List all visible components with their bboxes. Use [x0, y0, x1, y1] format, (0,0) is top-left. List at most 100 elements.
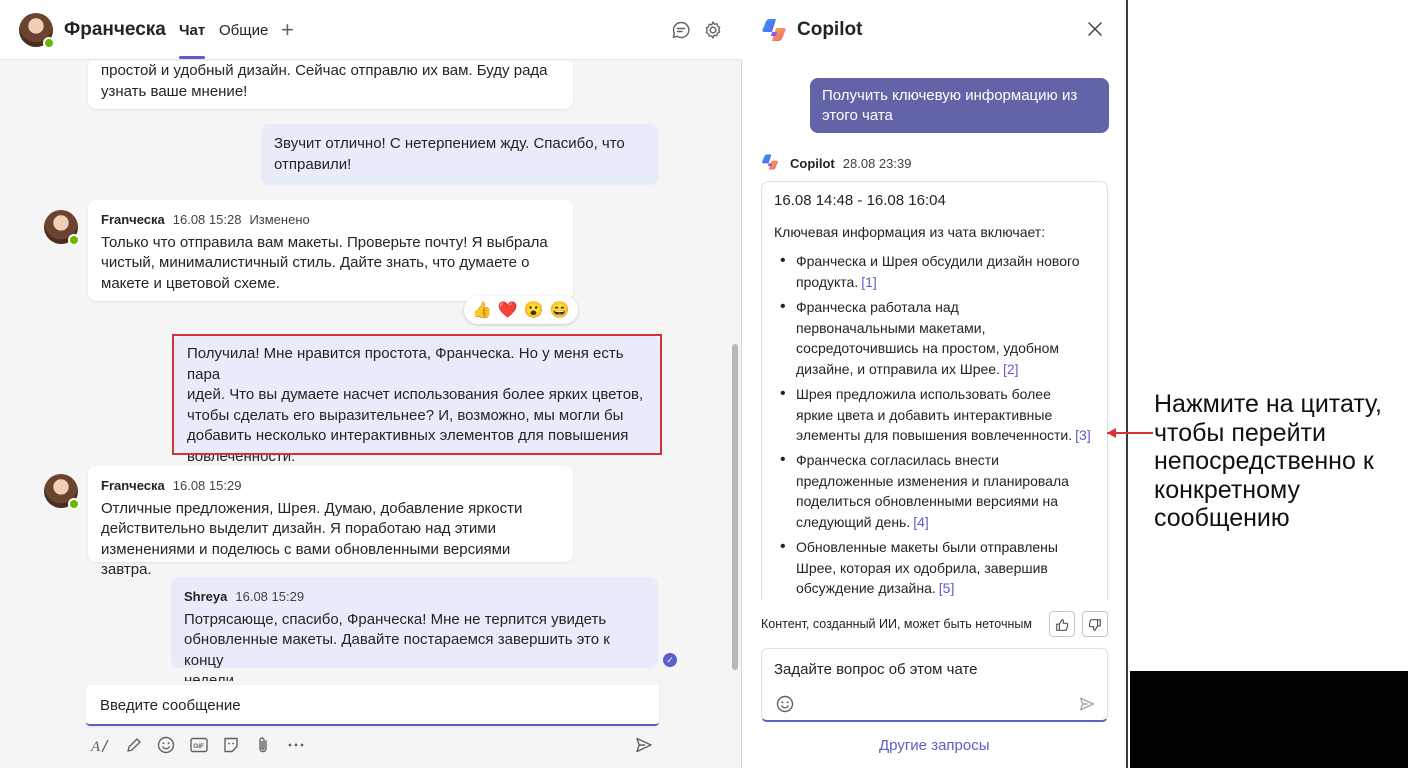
- bullet-line: предложенные изменения и планировала: [796, 472, 1069, 489]
- laugh-reaction[interactable]: 😄: [550, 300, 570, 320]
- bullet-line: первоначальными макетами,: [796, 319, 986, 336]
- message-incoming[interactable]: Franческа 16.08 15:28 Изменено Только что …: [88, 200, 573, 301]
- copilot-title: Copilot: [797, 19, 863, 40]
- gif-icon[interactable]: GIF: [189, 735, 209, 755]
- user-prompt-bubble: Получить ключевую информацию из этого ча…: [810, 78, 1109, 133]
- sender-avatar[interactable]: [44, 474, 80, 510]
- contact-name[interactable]: Франческа: [64, 19, 166, 41]
- copilot-logo-icon: [761, 154, 779, 170]
- message-composer[interactable]: Введите сообщение: [86, 685, 659, 726]
- send-icon[interactable]: [634, 735, 654, 755]
- bullet-line: яркие цвета и добавить интерактивные: [796, 406, 1053, 423]
- tab-general[interactable]: Общие: [219, 22, 268, 39]
- sender-name: Shreya: [184, 589, 228, 604]
- message-outgoing[interactable]: Shreya 16.08 15:29 Потрясающе, спасибо, Ф…: [171, 577, 658, 681]
- message-incoming[interactable]: Franческа 16.08 15:29 Отличные предложени…: [88, 466, 573, 578]
- sender-name: Franческа: [101, 212, 165, 227]
- message-line: Потрясающе, спасибо, Франческа! Мне не т…: [184, 610, 607, 628]
- response-meta: Copilot 28.08 23:39: [790, 156, 911, 171]
- more-prompts-link[interactable]: Другие запросы: [879, 737, 990, 754]
- message-list[interactable]: простой и удобный дизайн. Сейчас отправл…: [0, 61, 742, 681]
- bullet-line: Франческа и Шрея обсудили дизайн нового: [796, 253, 1080, 269]
- close-icon[interactable]: [1086, 20, 1104, 38]
- bullet-line: элементы для повышения вовлеченности.: [796, 427, 1073, 443]
- citation-highlight-frame: [172, 334, 662, 455]
- citation-link-3[interactable]: [3]: [1075, 427, 1091, 443]
- composer-placeholder: Введите сообщение: [100, 697, 241, 714]
- presence-available-icon: [68, 498, 80, 510]
- callout-line: чтобы перейти: [1154, 418, 1326, 447]
- answer-bullet: Франческа и Шрея обсудили дизайн нового …: [774, 251, 1104, 292]
- chat-bubble-icon[interactable]: [671, 20, 691, 40]
- bullet-line: следующий день.: [796, 513, 911, 530]
- citation-link-2[interactable]: [2]: [1003, 361, 1019, 377]
- response-author: Copilot: [790, 156, 835, 171]
- copilot-answer-card: 16.08 14:48 - 16.08 16:04 Ключевая инфор…: [761, 181, 1108, 600]
- tab-chat[interactable]: Чат: [179, 22, 206, 59]
- heart-reaction[interactable]: ❤️: [498, 300, 518, 320]
- edited-label: Изменено: [249, 212, 310, 227]
- sticker-icon[interactable]: [221, 735, 241, 755]
- contact-avatar[interactable]: [19, 13, 55, 49]
- citation-link-5[interactable]: [5]: [939, 580, 955, 596]
- read-receipt-icon: ✓: [663, 653, 677, 667]
- copilot-pane: Copilot Получить ключевую информацию из …: [743, 0, 1128, 768]
- more-icon[interactable]: [286, 735, 306, 755]
- answer-bullet: Франческа работала над первоначальными м…: [774, 297, 1104, 379]
- bullet-line: продукта.: [796, 273, 859, 290]
- surprised-reaction[interactable]: 😮: [524, 300, 544, 320]
- sender-name: Franческа: [101, 478, 165, 493]
- message-line: обновленные макеты. Давайте постараемся …: [184, 631, 610, 669]
- thumbs-down-button[interactable]: [1082, 611, 1108, 637]
- message-incoming[interactable]: простой и удобный дизайн. Сейчас отправл…: [88, 61, 573, 109]
- presence-available-icon: [68, 234, 80, 246]
- format-icon[interactable]: A: [90, 735, 110, 755]
- callout-line: Нажмите на цитату,: [1154, 390, 1382, 418]
- emoji-icon[interactable]: [775, 694, 795, 714]
- attach-icon[interactable]: [253, 735, 273, 755]
- message-line: Только что отправила вам макеты. Проверь…: [101, 233, 548, 251]
- bullet-line: сосредоточившись на простом, удобном: [796, 340, 1060, 356]
- thumbs-up-reaction[interactable]: 👍: [472, 300, 492, 320]
- bullet-line: Обновленные макеты были отправлены: [796, 539, 1058, 555]
- callout-line: сообщению: [1154, 504, 1290, 532]
- pen-icon[interactable]: [124, 735, 144, 755]
- copilot-question-input[interactable]: Задайте вопрос об этом чате: [761, 648, 1108, 722]
- message-outgoing[interactable]: Звучит отлично! С нетерпением жду. Спаси…: [261, 124, 658, 185]
- chat-header: Франческа Чат Общие +: [0, 0, 742, 60]
- bullet-line: обсуждение дизайна.: [796, 580, 936, 596]
- emoji-icon[interactable]: [156, 735, 176, 755]
- sender-avatar[interactable]: [44, 210, 80, 246]
- message-time: 16.08 15:28: [172, 212, 242, 227]
- gear-icon[interactable]: [703, 20, 723, 40]
- scrollbar-thumb[interactable]: [732, 344, 738, 670]
- presence-available-icon: [43, 37, 55, 49]
- app-root: Франческа Чат Общие + простой и удобный …: [0, 0, 1408, 768]
- reaction-bar: 👍 ❤️ 😮 😄: [464, 296, 578, 324]
- message-meta: Shreya 16.08 15:29: [184, 587, 645, 608]
- answer-intro: Ключевая информация из чата включает:: [774, 224, 1046, 240]
- send-icon[interactable]: [1078, 695, 1096, 713]
- bullet-line: Шрее, которая их одобрила, завершив: [796, 559, 1048, 576]
- citation-link-4[interactable]: [4]: [913, 514, 929, 530]
- citation-link-1[interactable]: [1]: [861, 274, 877, 290]
- annotation-callout: Нажмите на цитату, чтобы перейти непосре…: [1154, 390, 1404, 533]
- message-line: изменениями и поделюсь с вами обновленны…: [101, 540, 511, 579]
- thumbs-down-icon: [1088, 619, 1101, 632]
- prompt-line: этого чата: [822, 107, 893, 124]
- message-line: чистый, минималистичный стиль. Дайте зна…: [101, 254, 530, 271]
- black-band: [1130, 671, 1408, 768]
- answer-bullet: Обновленные макеты были отправлены Шрее,…: [774, 537, 1104, 599]
- answer-date-range: 16.08 14:48 - 16.08 16:04: [774, 192, 946, 209]
- chat-pane: Франческа Чат Общие + простой и удобный …: [0, 0, 742, 768]
- answer-bullet: Франческа согласилась внести предложенны…: [774, 450, 1104, 532]
- message-line: узнать ваше мнение!: [101, 82, 248, 100]
- bullet-line: Франческа работала над: [796, 299, 959, 315]
- thumbs-up-button[interactable]: [1049, 611, 1075, 637]
- answer-bullet: Шрея предложила использовать более яркие…: [774, 384, 1104, 446]
- message-meta: Franческа 16.08 15:28 Изменено: [101, 210, 560, 231]
- message-line: действительно выделит дизайн. Я поработа…: [101, 520, 496, 537]
- add-tab-button[interactable]: +: [281, 17, 294, 43]
- thumbs-up-icon: [1056, 619, 1069, 632]
- message-meta: Franческа 16.08 15:29: [101, 476, 560, 497]
